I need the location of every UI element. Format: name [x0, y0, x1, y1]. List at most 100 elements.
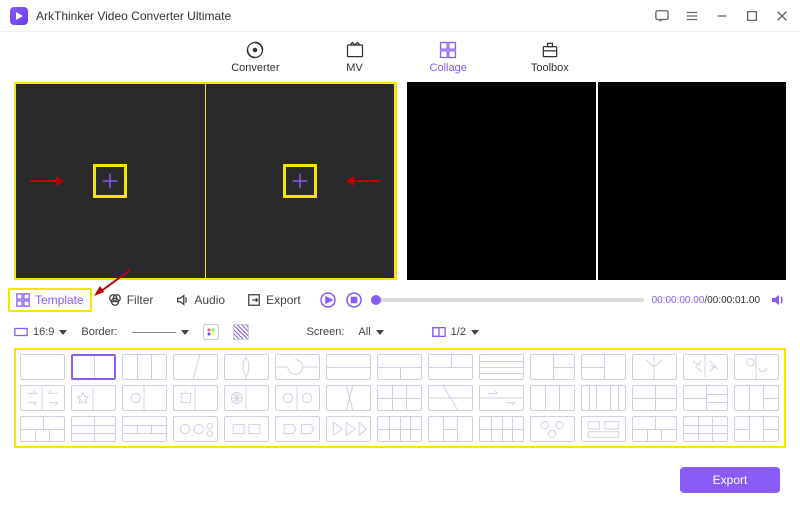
template-item[interactable] [275, 354, 320, 380]
seek-handle[interactable] [371, 295, 381, 305]
ratio-select[interactable]: 16:9 [14, 325, 67, 339]
subtab-audio-label: Audio [194, 293, 225, 307]
border-pattern-button[interactable] [233, 324, 249, 340]
tab-toolbox-label: Toolbox [531, 62, 569, 74]
template-item[interactable] [173, 416, 218, 442]
add-media-button[interactable] [93, 164, 127, 198]
template-item[interactable] [20, 416, 65, 442]
annotation-arrow-icon [30, 175, 64, 187]
template-item[interactable] [632, 354, 677, 380]
template-item[interactable] [326, 354, 371, 380]
editor-cell-1[interactable] [16, 84, 206, 278]
template-item[interactable] [479, 354, 524, 380]
maximize-icon[interactable] [744, 8, 760, 24]
volume-button[interactable] [768, 291, 786, 309]
tab-toolbox[interactable]: Toolbox [531, 40, 569, 74]
title-bar: ArkThinker Video Converter Ultimate [0, 0, 800, 32]
template-item[interactable] [326, 416, 371, 442]
collage-editor [14, 82, 397, 280]
template-item[interactable] [428, 385, 473, 411]
menu-icon[interactable] [684, 8, 700, 24]
preview-panel [407, 82, 786, 280]
template-item[interactable] [479, 385, 524, 411]
template-item[interactable] [20, 385, 65, 411]
template-item[interactable] [224, 354, 269, 380]
tab-collage[interactable]: Collage [430, 40, 467, 74]
subtab-export[interactable]: Export [247, 293, 301, 307]
add-media-button[interactable] [283, 164, 317, 198]
template-item[interactable] [122, 416, 167, 442]
screen-label-group: Screen: [307, 326, 345, 338]
timecode: 00:00:00.00/00:00:01.00 [652, 295, 760, 306]
template-item[interactable] [122, 354, 167, 380]
template-item[interactable] [530, 416, 575, 442]
tab-converter-label: Converter [231, 62, 279, 74]
template-item[interactable] [71, 385, 116, 411]
preview-cell-2 [598, 82, 787, 280]
template-item[interactable] [326, 385, 371, 411]
template-item[interactable] [734, 416, 779, 442]
template-item[interactable] [377, 385, 422, 411]
screen-value: All [358, 326, 370, 338]
options-row: 16:9 Border: Screen: All 1/2 [14, 324, 786, 340]
template-item[interactable] [71, 416, 116, 442]
template-item[interactable] [683, 416, 728, 442]
template-item[interactable] [530, 354, 575, 380]
template-item[interactable] [683, 354, 728, 380]
template-item[interactable] [224, 416, 269, 442]
annotation-arrow-icon [92, 268, 132, 298]
template-item[interactable] [479, 416, 524, 442]
template-item[interactable] [683, 385, 728, 411]
template-item[interactable] [377, 354, 422, 380]
subtab-export-label: Export [266, 293, 301, 307]
screen-select[interactable]: All [358, 326, 383, 338]
minimize-icon[interactable] [714, 8, 730, 24]
page-value: 1/2 [451, 326, 466, 338]
play-button[interactable] [319, 291, 337, 309]
template-item[interactable] [530, 385, 575, 411]
template-item[interactable] [581, 416, 626, 442]
border-control: Border: [81, 326, 117, 338]
template-item[interactable] [275, 385, 320, 411]
tab-collage-label: Collage [430, 62, 467, 74]
feedback-icon[interactable] [654, 8, 670, 24]
subtab-template-label: Template [35, 293, 84, 307]
template-item[interactable] [734, 385, 779, 411]
subtab-audio[interactable]: Audio [175, 293, 225, 307]
template-item[interactable] [734, 354, 779, 380]
template-item[interactable] [428, 354, 473, 380]
template-item[interactable] [428, 416, 473, 442]
template-item[interactable] [275, 416, 320, 442]
template-item[interactable] [173, 385, 218, 411]
stop-button[interactable] [345, 291, 363, 309]
app-logo-icon [10, 7, 28, 25]
template-item[interactable] [581, 354, 626, 380]
template-item[interactable] [632, 416, 677, 442]
template-item[interactable] [173, 354, 218, 380]
main-tabs: Converter MV Collage Toolbox [0, 32, 800, 82]
subtab-template[interactable]: Template [8, 288, 92, 312]
ratio-value: 16:9 [33, 326, 54, 338]
annotation-arrow-icon [346, 175, 380, 187]
editor-cell-2[interactable] [206, 84, 396, 278]
seek-slider[interactable] [371, 298, 644, 302]
tab-converter[interactable]: Converter [231, 40, 279, 74]
template-item[interactable] [632, 385, 677, 411]
template-item[interactable] [71, 354, 116, 380]
export-button[interactable]: Export [680, 467, 780, 493]
chevron-down-icon [471, 330, 479, 335]
tab-mv-label: MV [346, 62, 363, 74]
border-label: Border: [81, 326, 117, 338]
chevron-down-icon [59, 330, 67, 335]
close-icon[interactable] [774, 8, 790, 24]
border-color-button[interactable] [203, 324, 219, 340]
template-item[interactable] [377, 416, 422, 442]
border-style-select[interactable] [132, 330, 189, 335]
template-grid [14, 348, 786, 448]
page-select[interactable]: 1/2 [432, 325, 479, 339]
tab-mv[interactable]: MV [344, 40, 366, 74]
template-item[interactable] [581, 385, 626, 411]
template-item[interactable] [224, 385, 269, 411]
template-item[interactable] [20, 354, 65, 380]
template-item[interactable] [122, 385, 167, 411]
